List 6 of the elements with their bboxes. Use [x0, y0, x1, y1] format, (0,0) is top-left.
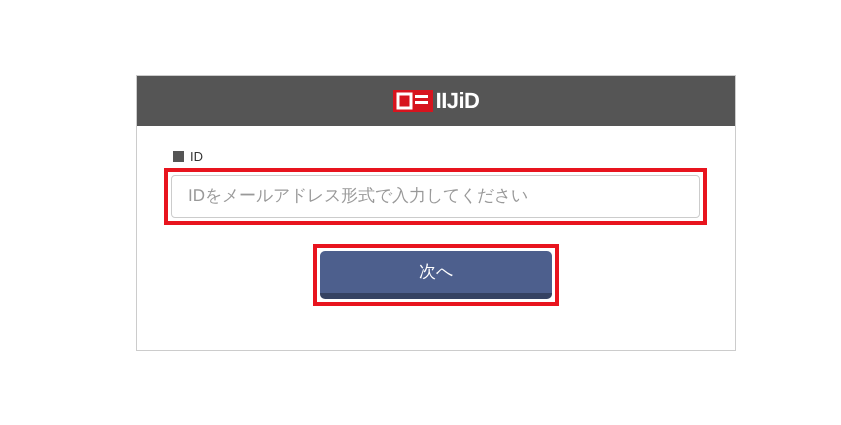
logo-icon: [392, 90, 433, 112]
field-label: ID: [190, 148, 203, 166]
logo-text: IIJiD: [436, 90, 480, 112]
next-button[interactable]: 次へ: [320, 250, 552, 298]
id-input-field[interactable]: IDをメールアドレス形式で入力してください: [171, 174, 700, 218]
label-square-icon: [173, 151, 184, 162]
